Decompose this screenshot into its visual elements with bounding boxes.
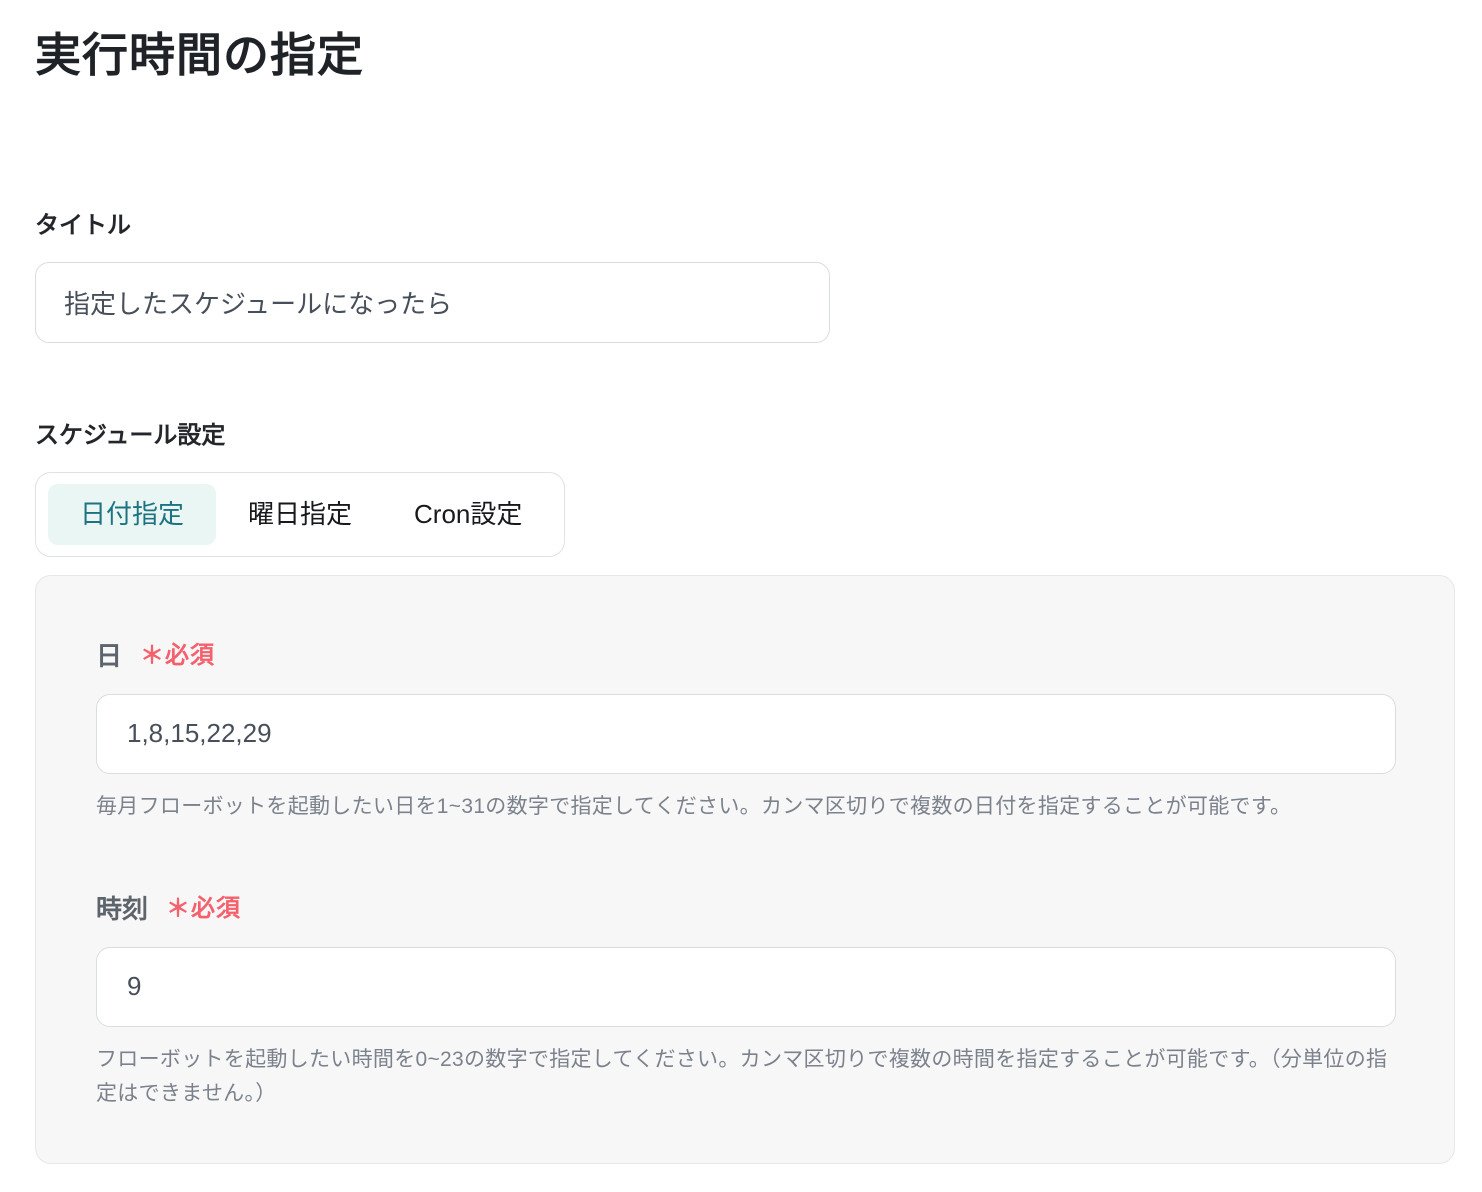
title-label: タイトル — [35, 211, 131, 239]
title-input[interactable] — [35, 261, 830, 343]
schedule-type-tabs: 日付指定 曜日指定 Cron設定 — [35, 471, 566, 557]
date-settings-panel: 日 ＊必須 毎月フローボットを起動したい日を1~31の数字で指定してください。カ… — [35, 574, 1455, 1164]
time-label-row: 時刻 ＊必須 — [96, 891, 1394, 927]
title-field-group: タイトル — [35, 208, 1455, 343]
day-help-text: 毎月フローボットを起動したい日を1~31の数字で指定してください。カンマ区切りで… — [96, 794, 1292, 818]
execution-time-page: 実行時間の指定 タイトル スケジュール設定 日付指定 曜日指定 Cron設定 日… — [0, 0, 1482, 1192]
schedule-settings-section: スケジュール設定 日付指定 曜日指定 Cron設定 日 ＊必須 毎月フローボット… — [35, 418, 1455, 1164]
time-required-badge: ＊必須 — [166, 894, 242, 922]
tab-weekday-designation[interactable]: 曜日指定 — [218, 484, 382, 545]
page-title: 実行時間の指定 — [35, 29, 364, 81]
day-field-group: 日 ＊必須 毎月フローボットを起動したい日を1~31の数字で指定してください。カ… — [96, 638, 1396, 825]
day-label: 日 — [96, 640, 123, 671]
tab-cron-settings[interactable]: Cron設定 — [384, 484, 552, 545]
schedule-settings-label: スケジュール設定 — [35, 421, 226, 449]
day-label-row: 日 ＊必須 — [96, 638, 1394, 674]
tab-date-designation[interactable]: 日付指定 — [48, 483, 217, 545]
time-field-group: 時刻 ＊必須 フローボットを起動したい時間を0~23の数字で指定してください。カ… — [96, 891, 1396, 1112]
time-input[interactable] — [96, 946, 1396, 1027]
day-input[interactable] — [96, 693, 1396, 774]
time-label: 時刻 — [96, 893, 149, 924]
time-help-text: フローボットを起動したい時間を0~23の数字で指定してください。カンマ区切りで複… — [96, 1047, 1388, 1106]
day-required-badge: ＊必須 — [140, 641, 216, 669]
